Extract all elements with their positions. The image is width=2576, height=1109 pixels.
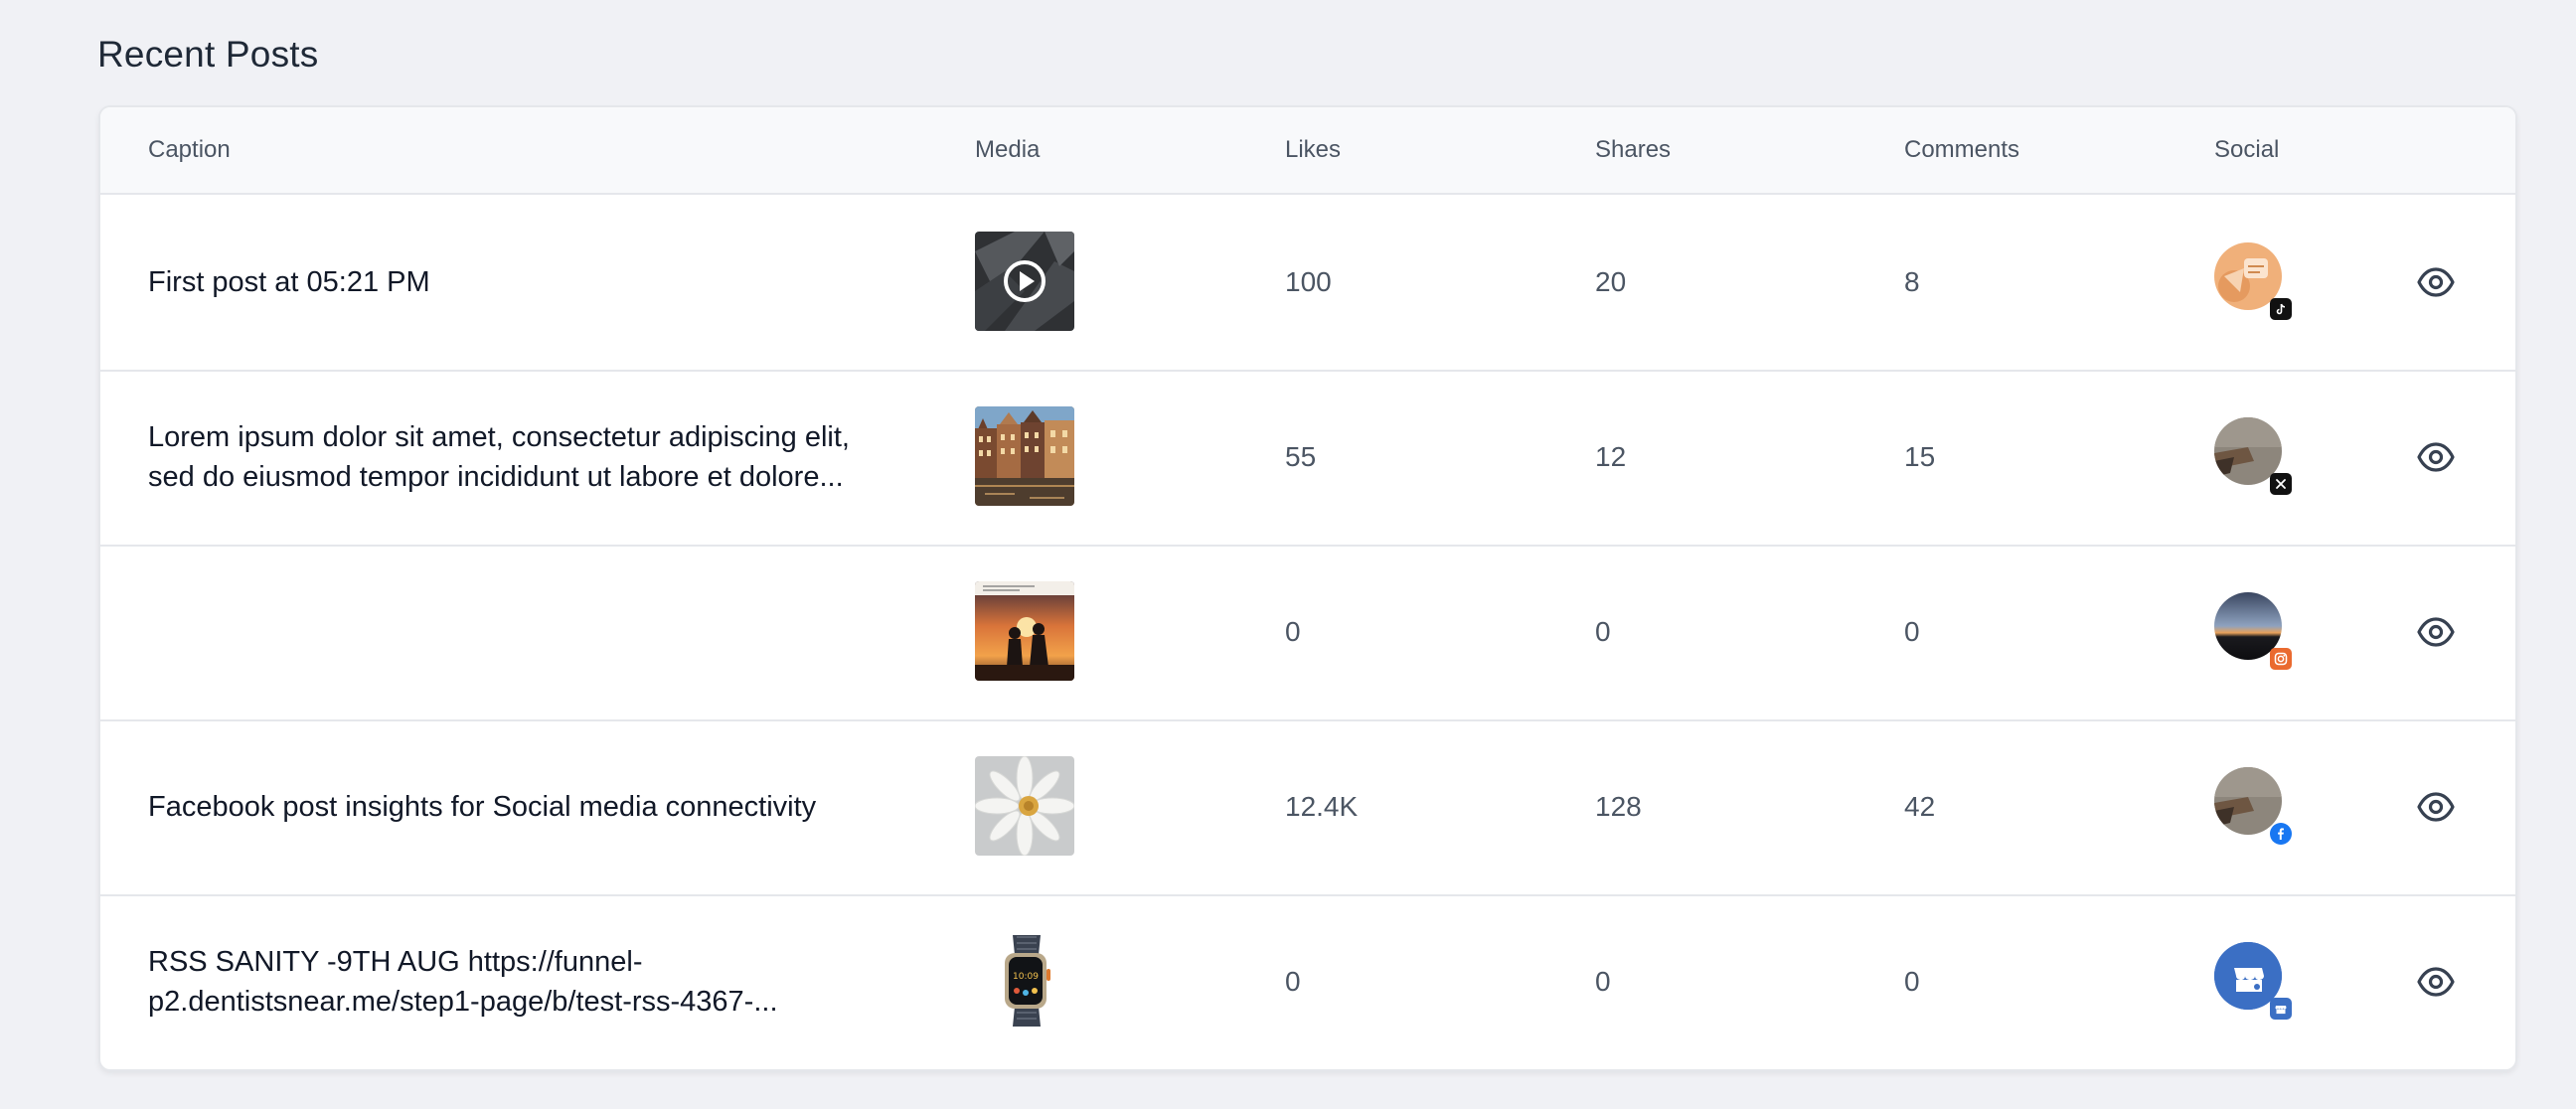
table-row: RSS SANITY -9TH AUG https://funnel-p2.de… — [100, 894, 2515, 1069]
table-row: Lorem ipsum dolor sit amet, consectetur … — [100, 370, 2515, 547]
header-comments: Comments — [1904, 136, 2020, 163]
likes-count: 55 — [1285, 441, 1317, 472]
instagram-icon — [2270, 648, 2292, 670]
table-row: 0 0 0 — [100, 545, 2515, 721]
buildings-photo-image — [975, 406, 1074, 506]
shares-count: 0 — [1595, 966, 1611, 997]
svg-text:10:09: 10:09 — [1013, 972, 1039, 982]
shares-count: 128 — [1595, 791, 1642, 822]
media-thumbnail[interactable]: 10:09 — [975, 931, 1074, 1030]
likes-count: 100 — [1285, 266, 1332, 297]
view-post-eye-icon[interactable] — [2416, 437, 2456, 477]
comments-count: 8 — [1904, 266, 1920, 297]
account-avatar — [2214, 767, 2282, 835]
likes-count: 0 — [1285, 616, 1301, 647]
post-caption: Lorem ipsum dolor sit amet, consectetur … — [148, 421, 850, 493]
video-thumbnail-image — [975, 232, 1074, 331]
table-row: Facebook post insights for Social media … — [100, 719, 2515, 896]
header-media: Media — [975, 136, 1041, 163]
facebook-icon — [2270, 823, 2292, 845]
view-post-eye-icon[interactable] — [2416, 612, 2456, 652]
view-post-eye-icon[interactable] — [2416, 787, 2456, 827]
media-thumbnail[interactable] — [975, 756, 1074, 856]
shares-count: 20 — [1595, 266, 1627, 297]
view-post-eye-icon[interactable] — [2416, 262, 2456, 302]
tiktok-icon — [2270, 298, 2292, 320]
shares-count: 0 — [1595, 616, 1611, 647]
header-social: Social — [2214, 136, 2280, 163]
media-thumbnail[interactable] — [975, 581, 1074, 681]
x-icon — [2270, 473, 2292, 495]
daisy-photo-image — [975, 756, 1074, 856]
post-caption — [148, 545, 903, 719]
post-caption: Facebook post insights for Social media … — [148, 791, 817, 823]
media-thumbnail[interactable] — [975, 406, 1074, 506]
post-caption: RSS SANITY -9TH AUG https://funnel-p2.de… — [148, 946, 778, 1018]
comments-count: 0 — [1904, 616, 1920, 647]
social-account — [2214, 942, 2294, 1022]
table-header: Caption Media Likes Shares Comments Soci… — [100, 107, 2515, 195]
header-caption: Caption — [148, 136, 231, 163]
sunset-couple-photo-image — [975, 581, 1074, 681]
social-account — [2214, 767, 2294, 847]
view-post-eye-icon[interactable] — [2416, 962, 2456, 1002]
social-account — [2214, 242, 2294, 322]
post-caption: First post at 05:21 PM — [148, 266, 430, 298]
google-business-icon — [2270, 998, 2292, 1020]
table-row: First post at 05:21 PM 100 20 8 — [100, 195, 2515, 372]
smartwatch-photo-image: 10:09 — [975, 931, 1074, 1030]
header-shares: Shares — [1595, 136, 1672, 163]
comments-count: 15 — [1904, 441, 1936, 472]
likes-count: 12.4K — [1285, 791, 1359, 822]
comments-count: 42 — [1904, 791, 1936, 822]
social-account — [2214, 592, 2294, 672]
media-thumbnail[interactable] — [975, 232, 1074, 331]
social-account — [2214, 417, 2294, 497]
header-likes: Likes — [1285, 136, 1342, 163]
likes-count: 0 — [1285, 966, 1301, 997]
page-title: Recent Posts — [97, 34, 319, 75]
comments-count: 0 — [1904, 966, 1920, 997]
shares-count: 12 — [1595, 441, 1627, 472]
recent-posts-table: Caption Media Likes Shares Comments Soci… — [98, 105, 2517, 1071]
